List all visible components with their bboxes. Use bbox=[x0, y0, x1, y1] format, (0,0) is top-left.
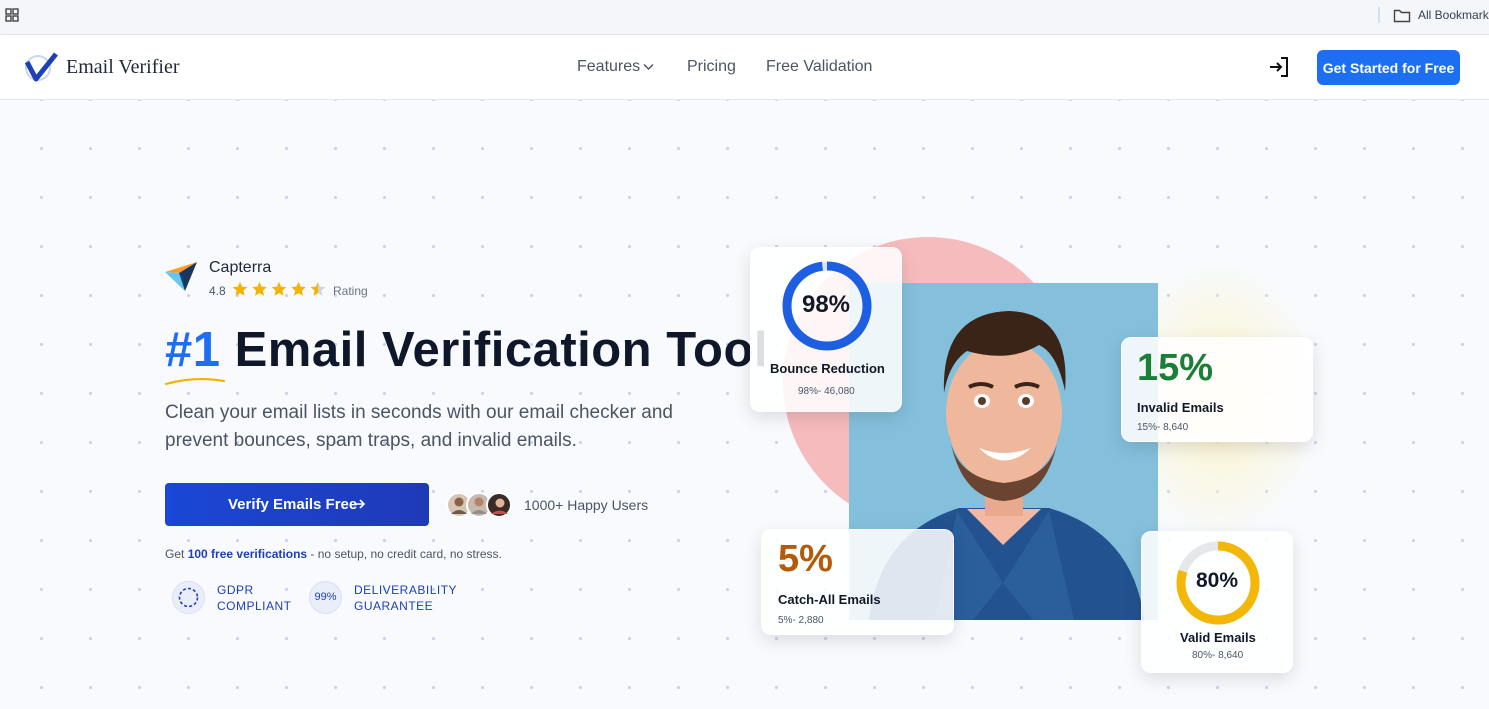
headline-text: Email Verification Tool bbox=[221, 323, 768, 377]
invalid-subtext: 15%- 8,640 bbox=[1137, 422, 1188, 433]
valid-percent: 80% bbox=[1142, 569, 1292, 593]
page-title: #1 Email Verification Tool bbox=[165, 322, 768, 378]
valid-subtext: 80%- 8,640 bbox=[1192, 650, 1243, 661]
nav-pricing[interactable]: Pricing bbox=[687, 58, 736, 76]
capterra-logo-icon bbox=[163, 260, 199, 292]
gdpr-line2: COMPLIANT bbox=[217, 598, 292, 614]
catch-all-subtext: 5%- 2,880 bbox=[778, 615, 824, 626]
folder-icon[interactable] bbox=[1393, 8, 1411, 23]
capterra-name: Capterra bbox=[209, 259, 271, 277]
all-bookmarks-link[interactable]: All Bookmarks bbox=[1418, 8, 1489, 22]
login-icon[interactable] bbox=[1267, 55, 1291, 79]
user-avatars bbox=[446, 490, 516, 520]
gdpr-line1: GDPR bbox=[217, 582, 292, 598]
happy-users-text: 1000+ Happy Users bbox=[524, 497, 648, 513]
bounce-subtext: 98%- 46,080 bbox=[798, 386, 855, 397]
gdpr-badge-text: GDPR COMPLIANT bbox=[217, 582, 292, 614]
deliverability-badge-icon: 99% bbox=[309, 581, 342, 614]
invalid-title: Invalid Emails bbox=[1137, 400, 1224, 415]
hero-subtext: Clean your email lists in seconds with o… bbox=[165, 399, 725, 455]
free-note-prefix: Get bbox=[165, 547, 188, 561]
free-verifications-note: Get 100 free verifications - no setup, n… bbox=[165, 547, 502, 561]
free-note-suffix: - no setup, no credit card, no stress. bbox=[307, 547, 502, 561]
apps-grid-icon[interactable] bbox=[5, 8, 19, 22]
valid-title: Valid Emails bbox=[1180, 630, 1256, 645]
headline-accent: #1 bbox=[165, 323, 221, 377]
gdpr-stars-icon bbox=[173, 582, 204, 613]
gdpr-badge-icon bbox=[172, 581, 205, 614]
capterra-rating-label: Rating bbox=[333, 284, 368, 298]
deliverability-line1: DELIVERABILITY bbox=[354, 582, 457, 598]
catch-all-emails-card: 5% Catch-All Emails 5%- 2,880 bbox=[761, 529, 954, 635]
brand-name[interactable]: Email Verifier bbox=[66, 56, 179, 79]
catch-all-percent: 5% bbox=[778, 538, 833, 581]
arrow-right-icon bbox=[353, 498, 366, 510]
invalid-emails-card: 15% Invalid Emails 15%- 8,640 bbox=[1121, 337, 1313, 442]
nav-free-validation[interactable]: Free Validation bbox=[766, 58, 872, 76]
free-note-strong: 100 free verifications bbox=[188, 547, 307, 561]
catch-all-title: Catch-All Emails bbox=[778, 592, 881, 607]
bounce-title: Bounce Reduction bbox=[770, 361, 885, 376]
bookmarks-bar: All Bookmarks bbox=[0, 0, 1489, 35]
valid-emails-card: 80% Valid Emails 80%- 8,640 bbox=[1141, 531, 1293, 673]
capterra-score: 4.8 bbox=[209, 284, 226, 298]
chevron-down-icon[interactable] bbox=[643, 63, 654, 71]
site-header: Email Verifier Features Pricing Free Val… bbox=[0, 35, 1489, 100]
deliverability-badge-text: DELIVERABILITY GUARANTEE bbox=[354, 582, 457, 614]
deliverability-line2: GUARANTEE bbox=[354, 598, 457, 614]
get-started-button[interactable]: Get Started for Free bbox=[1317, 50, 1460, 85]
verify-emails-label: Verify Emails Free bbox=[228, 496, 357, 513]
invalid-percent: 15% bbox=[1137, 347, 1213, 390]
bookmarks-separator bbox=[1378, 7, 1380, 23]
star-rating-icon bbox=[232, 281, 327, 298]
logo-check-icon[interactable] bbox=[23, 52, 59, 82]
bounce-percent: 98% bbox=[751, 291, 901, 319]
underline-swoosh-icon bbox=[164, 376, 226, 386]
nav-features[interactable]: Features bbox=[577, 58, 640, 76]
verify-emails-button[interactable]: Verify Emails Free bbox=[165, 483, 429, 526]
bounce-reduction-card: 98% Bounce Reduction 98%- 46,080 bbox=[750, 247, 902, 412]
